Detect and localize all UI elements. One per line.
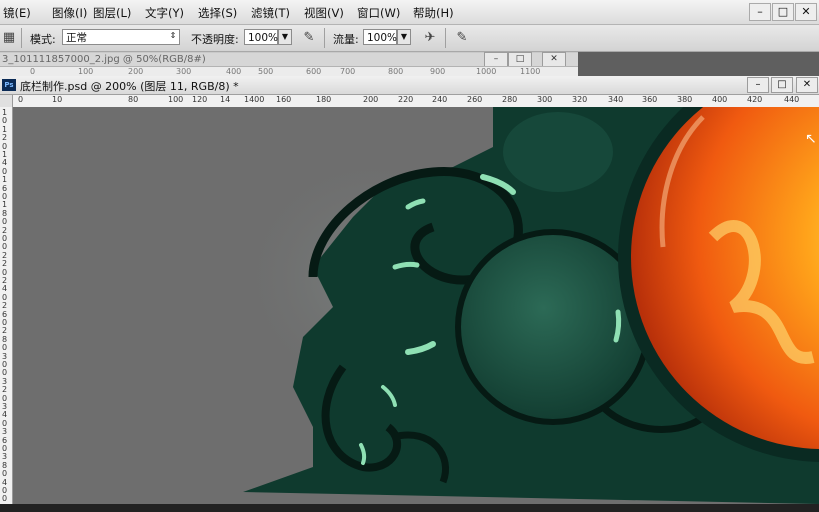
- ruler-tick: 180: [316, 95, 332, 104]
- cursor-icon: ↖: [805, 131, 817, 147]
- doc1-ruler-tick: 700: [340, 67, 356, 76]
- ruler-tick: 0: [18, 95, 24, 104]
- menu-image[interactable]: 图像(I): [52, 5, 87, 21]
- vertical-ruler[interactable]: 1012014016018020022024026028030032034036…: [0, 95, 13, 505]
- ruler-tick: 120: [192, 95, 208, 104]
- menu-layer[interactable]: 图层(L): [93, 5, 131, 21]
- doc2-close-button[interactable]: ✕: [796, 77, 818, 93]
- workspace-background: [578, 52, 819, 76]
- opacity-label: 不透明度:: [191, 33, 239, 46]
- ruler-tick: 14: [220, 95, 231, 104]
- ruler-tick: 380: [677, 95, 693, 104]
- doc1-ruler-tick: 1100: [520, 67, 541, 76]
- vruler-tick: 2: [2, 301, 8, 311]
- ruler-tick: 360: [642, 95, 658, 104]
- doc2-maximize-button[interactable]: □: [771, 77, 793, 93]
- doc1-ruler-tick: 800: [388, 67, 404, 76]
- background-document-window: 3_101111857000_2.jpg @ 50%(RGB/8#) – □ ✕…: [0, 52, 578, 77]
- doc1-ruler-tick: 500: [258, 67, 274, 76]
- ruler-tick: 420: [747, 95, 763, 104]
- doc1-ruler-tick: 400: [226, 67, 242, 76]
- vruler-tick: 2: [2, 259, 8, 269]
- doc1-ruler-tick: 100: [78, 67, 94, 76]
- doc1-ruler-tick: 300: [176, 67, 192, 76]
- vruler-tick: 1: [2, 175, 8, 185]
- pressure-size-icon[interactable]: ✎: [453, 29, 471, 47]
- ruler-origin[interactable]: [0, 95, 12, 107]
- menu-select[interactable]: 选择(S): [198, 5, 237, 21]
- ruler-tick: 10: [52, 95, 63, 104]
- doc1-maximize-button[interactable]: □: [508, 52, 532, 67]
- ruler-tick: 1400: [244, 95, 265, 104]
- menu-help[interactable]: 帮助(H): [413, 5, 454, 21]
- opacity-input[interactable]: 100%: [244, 29, 278, 45]
- vruler-tick: 2: [2, 133, 8, 143]
- mode-select[interactable]: 正常: [62, 29, 180, 45]
- doc1-ruler-tick: 0: [30, 67, 36, 76]
- ruler-tick: 240: [432, 95, 448, 104]
- vruler-tick: 0: [2, 494, 8, 504]
- opacity-dropdown-icon[interactable]: ▼: [278, 29, 292, 45]
- ruler-tick: 440: [784, 95, 800, 104]
- flow-input[interactable]: 100%: [363, 29, 397, 45]
- jade-bump-shape: [503, 112, 613, 192]
- flow-label: 流量:: [333, 33, 359, 46]
- vruler-tick: 0: [2, 217, 8, 227]
- ruler-tick: 220: [398, 95, 414, 104]
- vruler-tick: 3: [2, 427, 8, 437]
- app-minimize-button[interactable]: –: [749, 3, 771, 21]
- ruler-tick: 280: [502, 95, 518, 104]
- menu-filter[interactable]: 滤镜(T): [251, 5, 290, 21]
- separator: [445, 28, 446, 48]
- separator: [21, 28, 22, 48]
- doc1-ruler-tick: 200: [128, 67, 144, 76]
- menu-view[interactable]: 视图(V): [304, 5, 344, 21]
- artwork: [233, 107, 819, 504]
- ruler-tick: 160: [276, 95, 292, 104]
- menu-bar: 镜(E) 图像(I) 图层(L) 文字(Y) 选择(S) 滤镜(T) 视图(V)…: [0, 0, 819, 25]
- doc1-ruler-tick: 600: [306, 67, 322, 76]
- vruler-tick: 2: [2, 385, 8, 395]
- active-document-titlebar[interactable]: Ps 底栏制作.psd @ 200% (图层 11, RGB/8) * – □ …: [0, 76, 819, 95]
- ruler-tick: 300: [537, 95, 553, 104]
- menu-window[interactable]: 窗口(W): [357, 5, 400, 21]
- app-maximize-button[interactable]: □: [772, 3, 794, 21]
- doc1-close-button[interactable]: ✕: [542, 52, 566, 67]
- bottom-strip: [0, 504, 819, 512]
- mode-label: 模式:: [30, 33, 56, 46]
- document-canvas[interactable]: ↖: [13, 107, 819, 504]
- ruler-tick: 400: [712, 95, 728, 104]
- ruler-tick: 200: [363, 95, 379, 104]
- doc2-title: 底栏制作.psd @ 200% (图层 11, RGB/8) *: [20, 80, 239, 93]
- photoshop-icon: Ps: [2, 79, 16, 91]
- doc1-ruler-tick: 900: [430, 67, 446, 76]
- menu-type[interactable]: 文字(Y): [145, 5, 184, 21]
- doc1-ruler-tick: 1000: [476, 67, 497, 76]
- ruler-tick: 260: [467, 95, 483, 104]
- menu-edit[interactable]: 镜(E): [3, 5, 31, 21]
- pressure-opacity-icon[interactable]: ✎: [300, 29, 318, 47]
- vruler-tick: 0: [2, 343, 8, 353]
- doc2-minimize-button[interactable]: –: [747, 77, 769, 93]
- ruler-tick: 340: [608, 95, 624, 104]
- flow-dropdown-icon[interactable]: ▼: [397, 29, 411, 45]
- separator: [324, 28, 325, 48]
- highlight-stroke: [392, 261, 420, 270]
- chevron-updown-icon: ⇕: [169, 31, 177, 40]
- ruler-tick: 100: [168, 95, 184, 104]
- brush-preset-icon[interactable]: ▦: [0, 29, 18, 47]
- vruler-tick: 0: [2, 469, 8, 479]
- ruler-tick: 80: [128, 95, 139, 104]
- app-close-button[interactable]: ✕: [795, 3, 817, 21]
- options-bar: ▦ 模式: 正常 ⇕ 不透明度: 100% ▼ ✎ 流量: 100% ▼ ✈ ✎: [0, 25, 819, 52]
- doc1-minimize-button[interactable]: –: [484, 52, 508, 67]
- airbrush-icon[interactable]: ✈: [421, 29, 439, 47]
- highlight-stroke: [613, 309, 622, 343]
- ruler-tick: 320: [572, 95, 588, 104]
